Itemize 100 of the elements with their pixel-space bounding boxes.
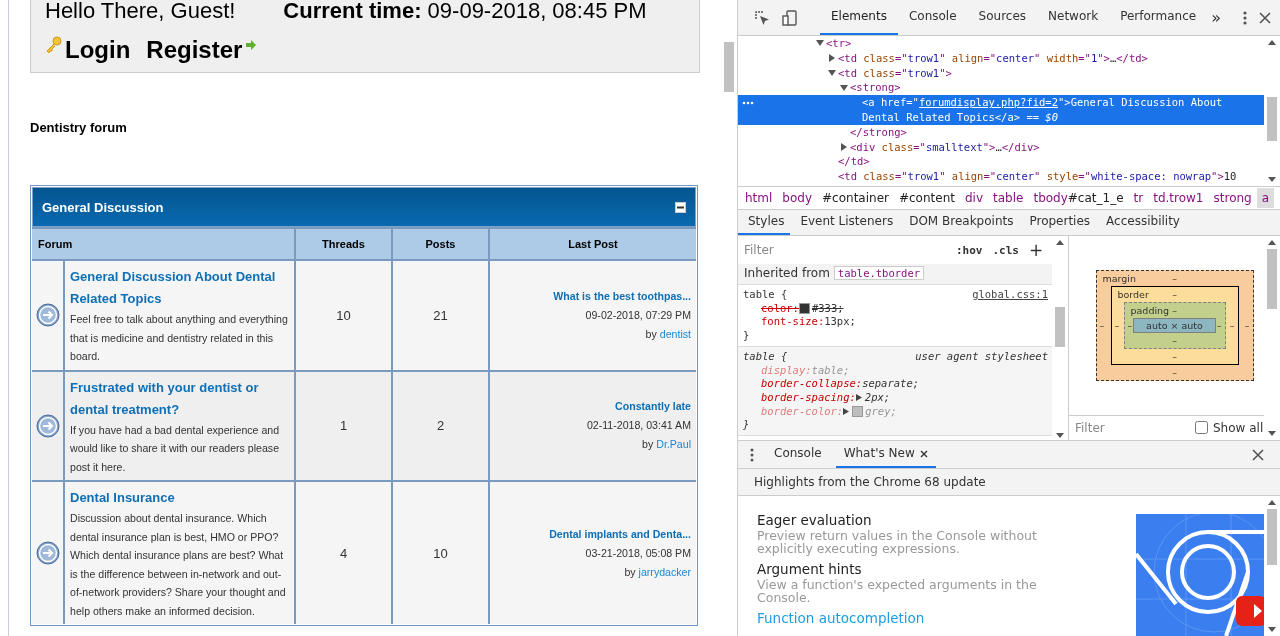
breadcrumb-item[interactable]: tr: [1128, 188, 1149, 208]
last-post-link[interactable]: Constantly late: [615, 397, 691, 417]
close-icon[interactable]: [1252, 448, 1264, 461]
arrow-circle-icon[interactable]: [35, 541, 60, 565]
last-post-link[interactable]: Dental implants and Denta...: [549, 524, 691, 544]
style-property[interactable]: border-collapse:separate;: [743, 377, 1048, 391]
code-line[interactable]: <div class="smalltext">…</div>: [850, 139, 1040, 155]
drawer-tab[interactable]: Console: [766, 441, 830, 468]
sidebar-tab[interactable]: Properties: [1019, 210, 1097, 235]
close-icon[interactable]: [1259, 11, 1271, 24]
code-line[interactable]: <td class="trow1">: [838, 65, 952, 81]
new-rule-button[interactable]: +: [1029, 241, 1044, 259]
style-property[interactable]: border-spacing: 2px;: [743, 390, 1048, 405]
forum-link[interactable]: General Discussion About Dental Related Topics: [70, 266, 290, 310]
code-line[interactable]: <td class="trow1" align="center" width="1">…</td>: [838, 50, 1148, 66]
by-label: by: [642, 437, 654, 453]
box-label: margin: [1102, 272, 1136, 284]
scroll-thumb[interactable]: [1267, 97, 1277, 141]
last-post-date: 09-02-2018, 07:29 PM: [585, 307, 691, 323]
scroll-thumb[interactable]: [1055, 307, 1065, 347]
breadcrumb-item[interactable]: a: [1256, 188, 1275, 208]
show-all-checkbox[interactable]: [1195, 421, 1208, 434]
expand-arrow-icon[interactable]: [828, 69, 836, 77]
panel-tab[interactable]: Elements: [820, 0, 898, 35]
padding-value: –: [1216, 318, 1222, 333]
scroll-thumb[interactable]: [724, 42, 734, 92]
last-post-date: 02-11-2018, 03:41 AM: [586, 418, 691, 434]
arrow-circle-icon[interactable]: [35, 413, 60, 438]
category-title: General Discussion: [42, 199, 164, 215]
scroll-up-icon[interactable]: [1268, 500, 1276, 505]
padding-value: –: [1172, 303, 1177, 318]
sidebar-tab[interactable]: DOM Breakpoints: [899, 210, 1020, 235]
scroll-up-icon[interactable]: [1268, 240, 1276, 245]
breadcrumb-item[interactable]: table: [988, 188, 1029, 208]
breadcrumb-item[interactable]: tbody#cat_1_e: [1028, 188, 1129, 208]
thread-count: 4: [339, 545, 348, 561]
scroll-up-icon[interactable]: [1268, 40, 1276, 45]
forum-description: Discussion about dental insurance. Which dental insurance plan is best, HMO or PPO? Which dental insurance plans are best? What is the difference between in-network and out-of-network providers? Share your thought and help others make an informed decision.: [70, 511, 287, 619]
style-property[interactable]: color: #333;: [743, 301, 1048, 316]
current-time: Current time: 09-09-2018, 08:45 PM: [283, 0, 647, 22]
column-header: Forum: [32, 229, 294, 259]
class-button[interactable]: .cls: [992, 243, 1019, 257]
scroll-thumb[interactable]: [1267, 249, 1277, 309]
code-line[interactable]: <tr>: [826, 36, 852, 51]
by-label: by: [645, 326, 657, 342]
code-line[interactable]: </td>: [838, 154, 870, 170]
scroll-thumb[interactable]: [1267, 509, 1277, 565]
breadcrumb-item[interactable]: strong: [1208, 188, 1257, 208]
breadcrumb-item[interactable]: body: [777, 188, 818, 208]
code-line[interactable]: <td class="trow1" align="center" style="white-space: nowrap">10: [838, 169, 1237, 184]
device-icon[interactable]: [782, 9, 798, 26]
register-link[interactable]: Register: [146, 36, 243, 64]
expand-arrow-icon[interactable]: [816, 39, 824, 48]
inherited-selector[interactable]: table.tborder: [833, 266, 925, 280]
expand-arrow-icon[interactable]: [840, 142, 848, 151]
greeting-text: Hello There, Guest!: [45, 0, 236, 22]
breadcrumb-item[interactable]: html: [740, 188, 778, 208]
expand-arrow-icon[interactable]: [828, 54, 836, 63]
inspect-icon[interactable]: [754, 9, 770, 26]
column-header: Threads: [296, 229, 391, 259]
arrow-circle-icon[interactable]: [35, 303, 60, 328]
style-property[interactable]: font-size:13px;: [743, 315, 1048, 330]
scroll-down-icon[interactable]: [1268, 177, 1276, 182]
close-icon[interactable]: [919, 449, 928, 458]
code-line[interactable]: <strong>: [850, 80, 901, 96]
thread-count: 10: [336, 307, 351, 323]
breadcrumb-item[interactable]: div: [959, 188, 988, 208]
breadcrumb-item[interactable]: #content: [893, 188, 960, 208]
menu-icon[interactable]: [1243, 9, 1247, 26]
margin-value: –: [1172, 365, 1177, 380]
hover-state-button[interactable]: :hov: [956, 243, 983, 257]
more-tabs-button[interactable]: »: [1211, 8, 1221, 27]
author-link[interactable]: Dr.Paul: [656, 435, 691, 455]
author-link[interactable]: dentist: [659, 324, 691, 344]
scroll-down-icon[interactable]: [1268, 627, 1276, 632]
scroll-up-icon[interactable]: [1056, 240, 1064, 245]
scroll-down-icon[interactable]: [1268, 431, 1276, 436]
breadcrumb-item[interactable]: td.trow1: [1148, 188, 1209, 208]
scroll-down-icon[interactable]: [1056, 433, 1064, 438]
expand-arrow-icon[interactable]: [840, 83, 848, 92]
login-link[interactable]: Login: [65, 36, 131, 64]
forum-link[interactable]: Frustrated with your dentist or dental treatment?: [70, 376, 290, 421]
sidebar-tab[interactable]: Styles: [738, 210, 791, 235]
collapse-icon[interactable]: [675, 201, 686, 213]
panel-tab[interactable]: Performance: [1109, 0, 1208, 35]
sidebar-tab[interactable]: Accessibility: [1096, 210, 1186, 235]
padding-value: –: [1127, 318, 1133, 333]
last-post-link[interactable]: What is the best toothpas...: [553, 286, 691, 306]
menu-icon[interactable]: [750, 447, 754, 462]
forum-link[interactable]: Dental Insurance: [70, 487, 290, 509]
rule-close: }: [743, 329, 751, 343]
sidebar-tab[interactable]: Event Listeners: [790, 210, 900, 235]
author-link[interactable]: jarrydacker: [638, 562, 691, 582]
panel-tab[interactable]: Console: [897, 0, 968, 35]
code-line[interactable]: </strong>: [850, 124, 907, 140]
panel-tab[interactable]: Network: [1037, 0, 1110, 35]
breadcrumb-item[interactable]: #container: [817, 188, 894, 208]
more-icon[interactable]: [742, 101, 754, 106]
panel-tab[interactable]: Sources: [967, 0, 1038, 35]
rule-source[interactable]: global.css:1: [972, 288, 1048, 302]
